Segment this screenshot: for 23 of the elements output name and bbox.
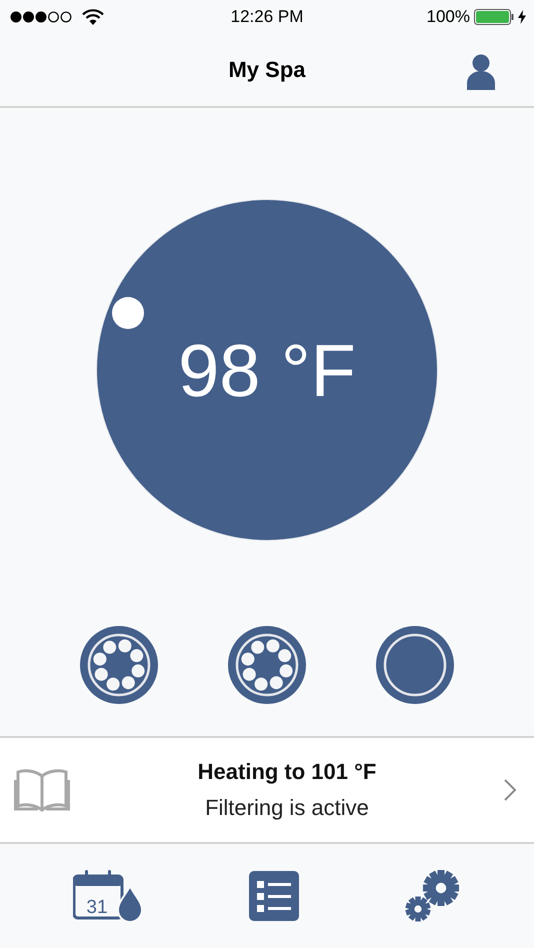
- status-panel[interactable]: Heating to 101 °F Filtering is active: [0, 736, 534, 844]
- heating-status: Heating to 101 °F: [198, 759, 376, 785]
- book-icon: [14, 768, 70, 812]
- battery-icon: [474, 9, 514, 25]
- filtering-status: Filtering is active: [205, 795, 369, 821]
- ring-icon: [376, 626, 454, 704]
- battery-percent: 100%: [426, 7, 470, 27]
- temperature-reading: 98 °F: [178, 328, 356, 412]
- wifi-icon: [82, 9, 104, 25]
- list-tab[interactable]: [249, 871, 299, 921]
- jets-icon: [228, 626, 306, 704]
- screen-title: My Spa: [228, 57, 306, 83]
- signal-icon: [10, 11, 72, 23]
- settings-tab[interactable]: [405, 869, 461, 923]
- temperature-dial[interactable]: 98 °F: [97, 200, 437, 540]
- profile-button[interactable]: [466, 54, 496, 90]
- toggle-button[interactable]: [376, 626, 454, 704]
- status-time: 12:26 PM: [230, 7, 304, 27]
- chevron-right-icon: [504, 779, 516, 801]
- jets-button[interactable]: [228, 626, 306, 704]
- jets-button[interactable]: [80, 626, 158, 704]
- jets-icon: [80, 626, 158, 704]
- charging-icon: [518, 10, 526, 24]
